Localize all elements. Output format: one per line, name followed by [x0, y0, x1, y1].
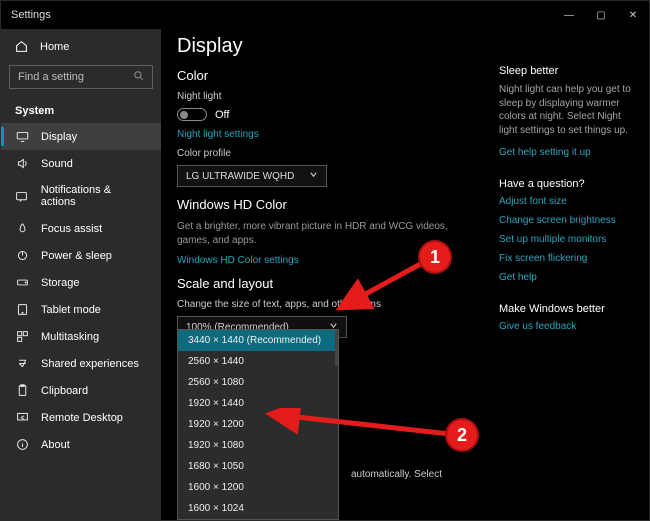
section-scale: Scale and layout: [177, 276, 477, 291]
sidebar-item-label: Multitasking: [41, 331, 99, 343]
sleep-better-body: Night light can help you get to sleep by…: [499, 83, 635, 137]
color-profile-label: Color profile: [177, 148, 477, 159]
resolution-option[interactable]: 3440 × 1440 (Recommended): [178, 330, 338, 351]
annotation-arrow-1: [332, 258, 432, 314]
help-link[interactable]: Set up multiple monitors: [499, 234, 635, 245]
annotation-callout-1: 1: [418, 240, 452, 274]
sidebar-item-label: Tablet mode: [41, 304, 101, 316]
storage-icon: [15, 276, 29, 289]
better-title: Make Windows better: [499, 303, 635, 315]
section-color: Color: [177, 68, 477, 83]
section-hd: Windows HD Color: [177, 197, 477, 212]
sidebar-item-label: Notifications & actions: [41, 184, 147, 208]
sidebar-item-label: Power & sleep: [41, 250, 112, 262]
sidebar-item-storage[interactable]: Storage: [1, 269, 161, 296]
sidebar-item-label: About: [41, 439, 70, 451]
focus-icon: [15, 222, 29, 235]
sidebar-item-tablet[interactable]: Tablet mode: [1, 296, 161, 323]
help-link[interactable]: Change screen brightness: [499, 215, 635, 226]
resolution-option[interactable]: 1680 × 1050: [178, 456, 338, 477]
search-placeholder: Find a setting: [18, 71, 84, 83]
sleep-better-title: Sleep better: [499, 65, 635, 77]
sound-icon: [15, 157, 29, 170]
night-light-toggle[interactable]: [177, 108, 207, 121]
search-icon: [133, 70, 144, 84]
dropdown-scrollbar[interactable]: [335, 330, 338, 366]
notifications-icon: [15, 190, 29, 203]
clipboard-icon: [15, 384, 29, 397]
sidebar-item-about[interactable]: About: [1, 431, 161, 458]
color-profile-value: LG ULTRAWIDE WQHD: [186, 171, 294, 182]
sidebar-item-label: Remote Desktop: [41, 412, 123, 424]
help-link[interactable]: Fix screen flickering: [499, 253, 635, 264]
feedback-link[interactable]: Give us feedback: [499, 321, 635, 332]
sidebar-home[interactable]: Home: [1, 34, 161, 59]
home-icon: [15, 40, 28, 53]
sidebar-home-label: Home: [40, 41, 69, 53]
tablet-icon: [15, 303, 29, 316]
sidebar-item-label: Shared experiences: [41, 358, 139, 370]
sidebar-item-label: Sound: [41, 158, 73, 170]
annotation-arrow-2: [262, 408, 458, 440]
night-light-label: Night light: [177, 91, 477, 102]
sidebar-item-clipboard[interactable]: Clipboard: [1, 377, 161, 404]
page-title: Display: [177, 35, 477, 58]
night-light-value: Off: [215, 109, 229, 121]
sidebar-item-label: Storage: [41, 277, 80, 289]
partial-text: automatically. Select: [351, 469, 442, 480]
sidebar-item-focus[interactable]: Focus assist: [1, 215, 161, 242]
sidebar-item-remote[interactable]: Remote Desktop: [1, 404, 161, 431]
sidebar-item-notifications[interactable]: Notifications & actions: [1, 177, 161, 215]
window-title: Settings: [11, 9, 51, 21]
sidebar-section: System: [1, 99, 161, 123]
scale-label: Change the size of text, apps, and other…: [177, 299, 477, 310]
sleep-better-link[interactable]: Get help setting it up: [499, 147, 635, 158]
resolution-option[interactable]: 1600 × 1024: [178, 498, 338, 519]
remote-icon: [15, 411, 29, 424]
minimize-button[interactable]: —: [553, 1, 585, 29]
sidebar-item-label: Clipboard: [41, 385, 88, 397]
shared-icon: [15, 357, 29, 370]
sidebar-item-power[interactable]: Power & sleep: [1, 242, 161, 269]
help-link[interactable]: Get help: [499, 272, 635, 283]
right-pane: Sleep better Night light can help you ge…: [499, 29, 649, 520]
resolution-option[interactable]: 2560 × 1080: [178, 372, 338, 393]
search-input[interactable]: Find a setting: [9, 65, 153, 89]
maximize-button[interactable]: ▢: [585, 1, 617, 29]
sidebar-item-multitasking[interactable]: Multitasking: [1, 323, 161, 350]
annotation-callout-2: 2: [445, 418, 479, 452]
resolution-option[interactable]: 2560 × 1440: [178, 351, 338, 372]
resolution-option[interactable]: 1600 × 1200: [178, 477, 338, 498]
help-link[interactable]: Adjust font size: [499, 196, 635, 207]
sidebar-item-label: Display: [41, 131, 77, 143]
sidebar-item-display[interactable]: Display: [1, 123, 161, 150]
display-icon: [15, 130, 29, 143]
sidebar-item-sound[interactable]: Sound: [1, 150, 161, 177]
multitasking-icon: [15, 330, 29, 343]
power-icon: [15, 249, 29, 262]
night-light-settings-link[interactable]: Night light settings: [177, 129, 477, 140]
color-profile-dropdown[interactable]: LG ULTRAWIDE WQHD: [177, 165, 327, 187]
sidebar-item-shared[interactable]: Shared experiences: [1, 350, 161, 377]
main-content: Display Color Night light Off Night ligh…: [161, 29, 499, 520]
sidebar: Home Find a setting System Display Sound: [1, 29, 161, 520]
chevron-down-icon: [309, 170, 318, 182]
close-button[interactable]: ✕: [617, 1, 649, 29]
about-icon: [15, 438, 29, 451]
sidebar-item-label: Focus assist: [41, 223, 102, 235]
question-title: Have a question?: [499, 178, 635, 190]
